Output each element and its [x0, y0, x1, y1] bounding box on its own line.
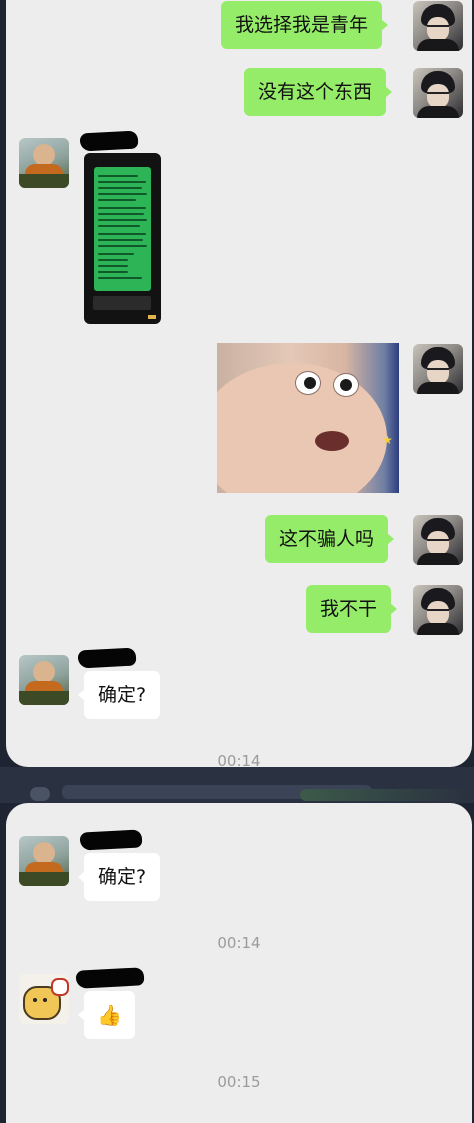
message-bubble-other[interactable]: 确定?	[77, 853, 161, 901]
screenshot-divider	[0, 767, 474, 803]
message-bubble-me[interactable]: 我选择我是青年	[221, 1, 389, 49]
message-bubble-me[interactable]: 这不骗人吗	[265, 515, 395, 563]
timestamp: 00:14	[217, 934, 261, 952]
thumbs-up-icon: 👍	[97, 1003, 122, 1027]
avatar-other[interactable]	[19, 138, 69, 188]
redacted-name	[77, 647, 137, 669]
avatar-other[interactable]	[19, 655, 69, 705]
chat-screenshot-top: 我选择我是青年 没有这个东西 ★ 这不骗人吗 我不干 确定? 00:14	[6, 0, 472, 767]
message-bubble-me[interactable]: 我不干	[306, 585, 398, 633]
redacted-name	[75, 967, 145, 989]
avatar-dog[interactable]	[19, 974, 69, 1024]
avatar-me[interactable]	[413, 515, 463, 565]
chat-screenshot-bottom: 确定? 00:14 👍 00:15	[6, 803, 472, 1123]
message-bubble-other[interactable]: 确定?	[77, 671, 161, 719]
avatar-me[interactable]	[413, 344, 463, 394]
message-bubble-other[interactable]: 👍	[78, 991, 135, 1039]
redacted-name	[79, 829, 143, 851]
avatar-me[interactable]	[413, 585, 463, 635]
image-message-phone-screenshot[interactable]	[84, 153, 161, 324]
redacted-name	[79, 130, 139, 152]
message-bubble-me[interactable]: 没有这个东西	[244, 68, 393, 116]
avatar-me[interactable]	[413, 68, 463, 118]
avatar-other[interactable]	[19, 836, 69, 886]
timestamp: 00:14	[217, 752, 261, 767]
avatar-me[interactable]	[413, 1, 463, 51]
timestamp: 00:15	[217, 1073, 261, 1091]
image-message-meme[interactable]: ★	[217, 343, 399, 493]
